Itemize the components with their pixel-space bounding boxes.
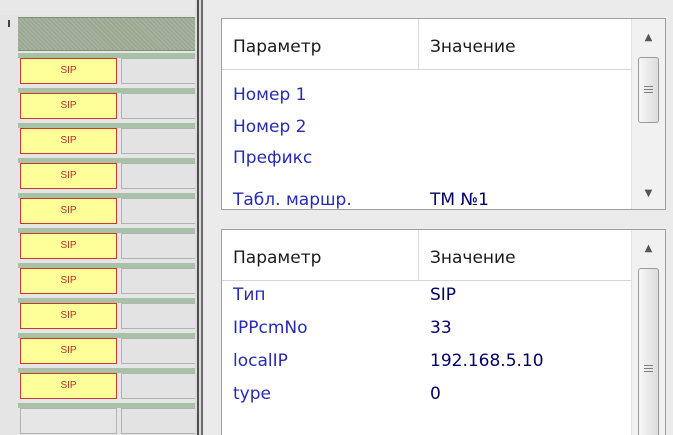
property-value[interactable] xyxy=(419,81,631,110)
column-header-parameter[interactable]: Параметр xyxy=(222,230,419,280)
channel-empty-button[interactable] xyxy=(121,373,195,399)
channel-sip-button[interactable]: SIP xyxy=(20,303,117,329)
property-name: type xyxy=(233,384,271,404)
channel-empty-button[interactable] xyxy=(121,338,195,364)
grip-line xyxy=(644,92,653,93)
grip-line xyxy=(644,89,653,90)
grip-line xyxy=(644,86,653,87)
property-row[interactable]: Номер 1 xyxy=(222,81,631,110)
channel-sip-button[interactable]: SIP xyxy=(20,58,117,84)
property-name: Тип xyxy=(233,285,266,305)
grip-line xyxy=(644,371,653,372)
channel-empty-button[interactable] xyxy=(121,233,195,259)
property-value[interactable]: SIP xyxy=(419,281,631,310)
route-properties-grid: Параметр Значение Номер 1 Номер 2 Префик… xyxy=(221,18,666,210)
channel-panel-top xyxy=(0,0,195,15)
channel-sip-button[interactable]: SIP xyxy=(20,128,117,154)
channel-panel: SIP SIP SIP SIP SIP SIP SIP SIP SIP SIP xyxy=(0,0,195,435)
channel-sip-button[interactable]: SIP xyxy=(20,338,117,364)
grid-header: Параметр Значение xyxy=(222,230,631,281)
scroll-up-icon[interactable]: ▲ xyxy=(632,236,665,260)
property-value[interactable]: 192.168.5.10 xyxy=(419,347,631,376)
property-value[interactable] xyxy=(419,144,631,173)
channel-sip-button[interactable]: SIP xyxy=(20,198,117,224)
property-value[interactable]: ТМ №1 xyxy=(419,186,631,209)
channel-row: SIP xyxy=(0,263,195,298)
channel-empty-button[interactable] xyxy=(121,58,195,84)
property-name: localIP xyxy=(233,351,288,371)
channel-row: SIP xyxy=(0,88,195,123)
scroll-down-icon[interactable]: ▼ xyxy=(632,181,665,205)
property-row[interactable]: Префикс xyxy=(222,144,631,173)
channel-row: SIP xyxy=(0,193,195,228)
property-name: Табл. маршр. xyxy=(233,190,352,210)
panel-splitter[interactable] xyxy=(195,0,203,435)
panel-grip xyxy=(8,20,10,27)
property-row[interactable]: localIP 192.168.5.10 xyxy=(222,347,631,376)
column-header-value[interactable]: Значение xyxy=(419,230,631,280)
property-row[interactable]: Тип SIP xyxy=(222,281,631,310)
channel-empty-button[interactable] xyxy=(121,163,195,189)
property-name: Префикс xyxy=(233,148,313,168)
property-row[interactable]: IPPcmNo 33 xyxy=(222,314,631,343)
grip-line xyxy=(644,368,653,369)
channel-row: SIP xyxy=(0,298,195,333)
channel-sip-button[interactable]: SIP xyxy=(20,93,117,119)
channel-empty-button[interactable] xyxy=(121,128,195,154)
channel-panel-header xyxy=(18,17,195,51)
scroll-thumb[interactable] xyxy=(638,57,659,123)
channel-row: SIP xyxy=(0,228,195,263)
vertical-scrollbar[interactable]: ▲ ▼ xyxy=(631,19,665,209)
property-row[interactable]: Табл. маршр. ТМ №1 xyxy=(222,186,631,210)
properties-panel: Параметр Значение Номер 1 Номер 2 Префик… xyxy=(203,0,673,435)
property-name: Номер 1 xyxy=(233,85,307,105)
channel-properties-grid: Параметр Значение Тип SIP IPPcmNo 33 loc… xyxy=(221,229,666,435)
scroll-thumb[interactable] xyxy=(638,268,659,435)
channel-empty-button[interactable] xyxy=(121,93,195,119)
channel-row: SIP xyxy=(0,333,195,368)
channel-sip-button[interactable]: SIP xyxy=(20,163,117,189)
channel-row: SIP xyxy=(0,53,195,88)
property-row[interactable]: type 0 xyxy=(222,380,631,409)
property-value[interactable]: 0 xyxy=(419,380,631,409)
channel-sip-button[interactable]: SIP xyxy=(20,373,117,399)
grid-header: Параметр Значение xyxy=(222,19,631,70)
channel-sip-button[interactable]: SIP xyxy=(20,233,117,259)
scroll-up-icon[interactable]: ▲ xyxy=(632,25,665,49)
column-header-parameter[interactable]: Параметр xyxy=(222,19,419,69)
property-name: IPPcmNo xyxy=(233,318,308,338)
channel-empty-button[interactable] xyxy=(121,408,195,434)
channel-empty-button[interactable] xyxy=(121,303,195,329)
channel-sip-button[interactable]: SIP xyxy=(20,268,117,294)
channel-row xyxy=(0,403,195,435)
channel-empty-button[interactable] xyxy=(121,198,195,224)
property-name: Номер 2 xyxy=(233,117,307,137)
vertical-scrollbar[interactable]: ▲ xyxy=(631,230,665,435)
channel-row: SIP xyxy=(0,368,195,403)
grip-line xyxy=(644,365,653,366)
property-value[interactable] xyxy=(419,113,631,142)
property-row[interactable]: Номер 2 xyxy=(222,113,631,142)
channel-empty-button[interactable] xyxy=(20,408,117,434)
column-header-value[interactable]: Значение xyxy=(419,19,631,69)
property-value[interactable]: 33 xyxy=(419,314,631,343)
channel-row: SIP xyxy=(0,123,195,158)
channel-empty-button[interactable] xyxy=(121,268,195,294)
channel-row: SIP xyxy=(0,158,195,193)
